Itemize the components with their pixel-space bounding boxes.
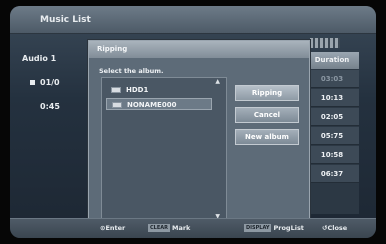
duration-column: Duration 03:03 10:13 02:05 05:75 10:58 0… <box>305 52 359 214</box>
screen: Music List Audio 1 01/0 0:45 Duration 03… <box>10 6 376 238</box>
ripping-button[interactable]: Ripping <box>235 85 299 101</box>
help-proglist: DISPLAY ProgList <box>244 224 304 232</box>
album-item-label: HDD1 <box>126 86 149 94</box>
track-row: 01/0 <box>40 78 60 87</box>
clear-key-icon: CLEAR <box>148 224 170 232</box>
track-time: 0:45 <box>40 102 60 111</box>
help-mark: CLEAR Mark <box>148 224 190 232</box>
help-enter: ⊙Enter <box>100 224 125 232</box>
duration-cell: 02:05 <box>305 108 359 126</box>
help-close: ↺Close <box>322 224 347 232</box>
album-list[interactable]: ▲ HDD1 NONAME000 ▼ <box>101 77 227 221</box>
new-album-button[interactable]: New album <box>235 129 299 145</box>
title-bar: Music List <box>10 6 376 34</box>
dialog-title: Ripping <box>89 41 309 58</box>
duration-cell: 05:75 <box>305 127 359 145</box>
folder-icon <box>112 102 122 108</box>
duration-cell: 10:13 <box>305 89 359 107</box>
duration-cell: 06:37 <box>305 165 359 183</box>
list-view-icon <box>310 38 340 48</box>
screen-title: Music List <box>40 15 91 25</box>
album-item-hdd1[interactable]: HDD1 <box>106 84 212 96</box>
dialog-prompt: Select the album. <box>99 67 164 75</box>
help-close-label: Close <box>327 224 348 232</box>
tv-frame: Music List Audio 1 01/0 0:45 Duration 03… <box>0 0 386 244</box>
duration-cell: 03:03 <box>305 70 359 88</box>
folder-icon <box>111 87 121 93</box>
album-label: Audio 1 <box>22 54 57 63</box>
cancel-button[interactable]: Cancel <box>235 107 299 123</box>
album-item-label: NONAME000 <box>127 101 177 109</box>
background-list: Audio 1 01/0 0:45 <box>22 54 82 174</box>
scroll-up-icon[interactable]: ▲ <box>215 78 220 85</box>
display-key-icon: DISPLAY <box>244 224 272 232</box>
ripping-dialog: Ripping Select the album. ▲ HDD1 NONAME0… <box>88 40 310 226</box>
selection-marker <box>30 80 35 85</box>
help-enter-label: Enter <box>105 224 126 232</box>
help-mark-label: Mark <box>172 224 191 232</box>
album-item-noname000[interactable]: NONAME000 <box>106 98 212 110</box>
help-proglist-label: ProgList <box>273 224 304 232</box>
duration-cell: 10:58 <box>305 146 359 164</box>
help-bar: ⊙Enter CLEAR Mark DISPLAY ProgList ↺Close <box>10 218 376 238</box>
duration-header: Duration <box>305 52 359 69</box>
